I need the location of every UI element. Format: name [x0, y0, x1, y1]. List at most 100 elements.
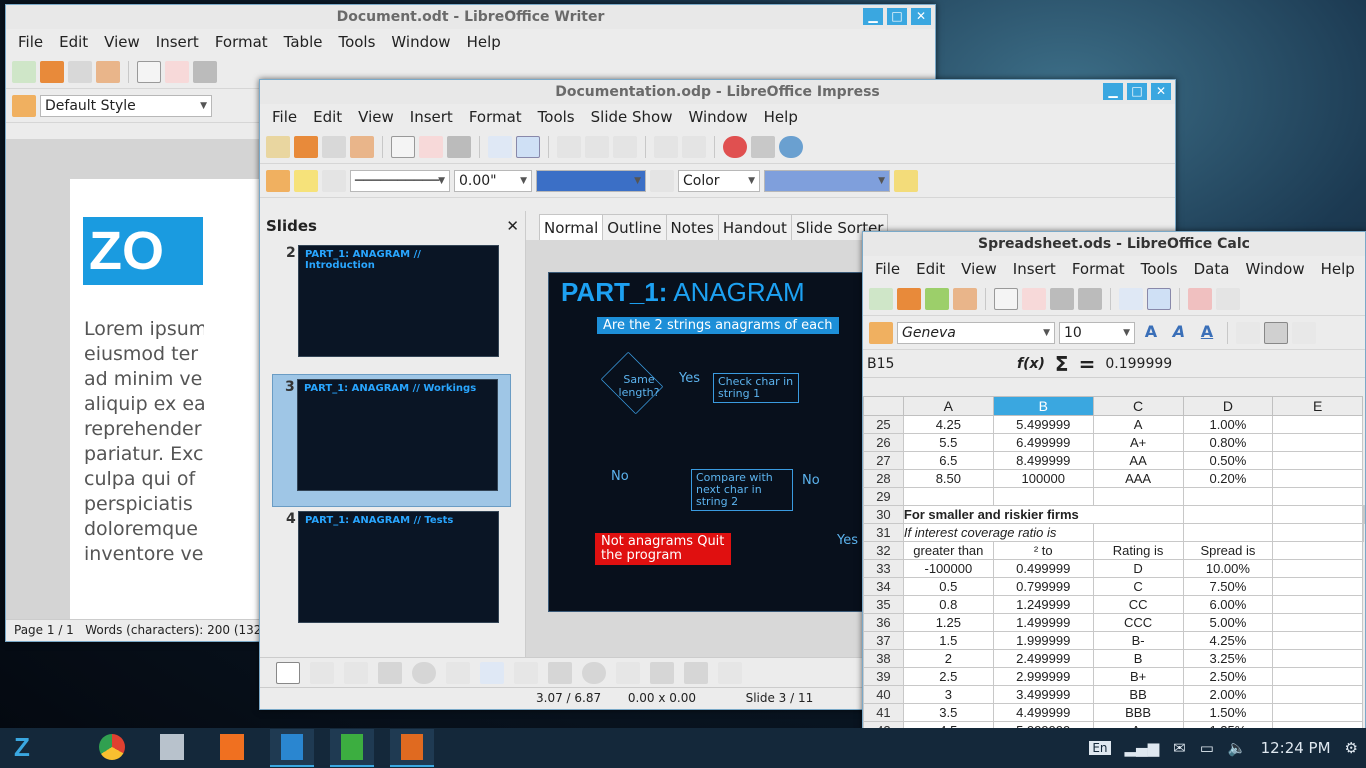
menu-insert[interactable]: Insert: [1005, 260, 1064, 278]
cell[interactable]: 2.00%: [1182, 685, 1274, 704]
menu-format[interactable]: Format: [461, 108, 530, 126]
cell[interactable]: 0.799999: [992, 577, 1094, 596]
cell[interactable]: 2.5: [902, 667, 994, 686]
menu-window[interactable]: Window: [383, 33, 458, 51]
cell[interactable]: B: [1092, 649, 1184, 668]
menu-view[interactable]: View: [350, 108, 402, 126]
table-row[interactable]: 26 5.5 6.499999 A+ 0.80%: [863, 433, 1365, 452]
cell[interactable]: 1.50%: [1182, 703, 1274, 722]
writer-titlebar[interactable]: Document.odt - LibreOffice Writer ▁ □ ✕: [6, 5, 935, 29]
cell[interactable]: [1092, 523, 1184, 542]
files-icon[interactable]: [150, 729, 194, 767]
new-icon[interactable]: [869, 287, 893, 310]
row-header[interactable]: 29: [863, 487, 904, 506]
cell[interactable]: [1092, 487, 1184, 506]
cell[interactable]: Spread is: [1182, 541, 1274, 560]
edit-mode-icon[interactable]: [994, 287, 1018, 310]
slide-thumb-3[interactable]: 3 PART_1: ANAGRAM // Workings: [272, 374, 511, 507]
minimize-button[interactable]: ▁: [863, 8, 883, 25]
cell[interactable]: 10.00%: [1182, 559, 1274, 578]
open-icon[interactable]: [897, 287, 921, 310]
styles-icon[interactable]: [869, 321, 893, 344]
mail-icon[interactable]: ✉: [1173, 739, 1186, 757]
cell[interactable]: Rating is: [1092, 541, 1184, 560]
arrow-style-icon[interactable]: [322, 169, 346, 192]
menu-file[interactable]: File: [264, 108, 305, 126]
bold-icon[interactable]: A: [1139, 322, 1163, 344]
menu-edit[interactable]: Edit: [51, 33, 96, 51]
calc-titlebar[interactable]: Spreadsheet.ods - LibreOffice Calc: [863, 232, 1365, 256]
print-icon[interactable]: [193, 60, 217, 83]
menu-view[interactable]: View: [953, 260, 1005, 278]
copy-icon[interactable]: [585, 135, 609, 158]
name-box[interactable]: B15: [867, 356, 1007, 372]
cell[interactable]: 0.5: [902, 577, 994, 596]
calc-task-icon[interactable]: [330, 729, 374, 767]
styles-icon[interactable]: [12, 94, 36, 117]
cell[interactable]: 8.50: [902, 469, 994, 488]
menu-tools[interactable]: Tools: [1133, 260, 1186, 278]
cell[interactable]: 2.499999: [992, 649, 1094, 668]
cell[interactable]: 1.999999: [992, 631, 1094, 650]
cell[interactable]: [1272, 667, 1363, 686]
cell[interactable]: 4.25%: [1182, 631, 1274, 650]
tab-normal[interactable]: Normal: [539, 214, 604, 241]
menu-format[interactable]: Format: [207, 33, 276, 51]
cell[interactable]: 2: [902, 649, 994, 668]
cell[interactable]: 0.8: [902, 595, 994, 614]
align-left-icon[interactable]: [1236, 321, 1260, 344]
cell[interactable]: B-: [1092, 631, 1184, 650]
column-header-a[interactable]: A: [902, 396, 994, 416]
row-header[interactable]: 26: [863, 433, 904, 452]
cell[interactable]: [1363, 505, 1365, 524]
pdf-icon[interactable]: [165, 60, 189, 83]
language-indicator[interactable]: En: [1089, 741, 1111, 755]
menu-tools[interactable]: Tools: [330, 33, 383, 51]
cut-icon[interactable]: [1188, 287, 1212, 310]
cell[interactable]: If interest coverage ratio is: [902, 523, 1094, 542]
underline-icon[interactable]: A: [1195, 322, 1219, 344]
formula-icon[interactable]: =: [1079, 352, 1096, 376]
table-row[interactable]: 35 0.8 1.249999 CC 6.00%: [863, 595, 1365, 614]
connector-icon[interactable]: [514, 661, 538, 684]
body-text[interactable]: Lorem ipsum eiusmod ter ad minim ve aliq…: [84, 317, 204, 567]
cell[interactable]: 1.25: [902, 613, 994, 632]
undo-icon[interactable]: [654, 135, 678, 158]
copy-icon[interactable]: [1216, 287, 1240, 310]
row-header[interactable]: 32: [863, 541, 904, 560]
spellcheck-icon[interactable]: [488, 135, 512, 158]
table-row[interactable]: 30 For smaller and riskier firms: [863, 505, 1365, 524]
fill-color-select[interactable]: [764, 169, 890, 192]
cell[interactable]: [1182, 505, 1274, 524]
menu-insert[interactable]: Insert: [148, 33, 207, 51]
cell[interactable]: D: [1092, 559, 1184, 578]
fill-type-select[interactable]: Color: [678, 169, 760, 192]
table-row[interactable]: 33 -100000 0.499999 D 10.00%: [863, 559, 1365, 578]
align-center-icon[interactable]: [1264, 321, 1288, 344]
open-icon[interactable]: [40, 60, 64, 83]
row-header[interactable]: 38: [863, 649, 904, 668]
tab-notes[interactable]: Notes: [665, 214, 719, 241]
print-icon[interactable]: [447, 135, 471, 158]
cell[interactable]: 8.499999: [992, 451, 1094, 470]
cell[interactable]: -100000: [902, 559, 994, 578]
cell[interactable]: 2.50%: [1182, 667, 1274, 686]
cell[interactable]: A+: [1092, 433, 1184, 452]
table-row[interactable]: 38 2 2.499999 B 3.25%: [863, 649, 1365, 668]
new-slide-icon[interactable]: [266, 135, 290, 158]
formula-input[interactable]: 0.199999: [1105, 356, 1172, 372]
table-row[interactable]: 31 If interest coverage ratio is: [863, 523, 1365, 542]
impress-titlebar[interactable]: Documentation.odp - LibreOffice Impress …: [260, 80, 1175, 104]
block-arrows-icon[interactable]: [616, 661, 640, 684]
impress-task-icon[interactable]: [390, 729, 434, 767]
slide-thumb-4[interactable]: 4 PART_1: ANAGRAM // Tests: [260, 507, 525, 640]
redo-icon[interactable]: [682, 135, 706, 158]
cell[interactable]: 1.499999: [992, 613, 1094, 632]
writer-task-icon[interactable]: [270, 729, 314, 767]
menu-help[interactable]: Help: [1313, 260, 1363, 278]
align-right-icon[interactable]: [1292, 321, 1316, 344]
volume-icon[interactable]: 🔈: [1228, 739, 1247, 757]
cell[interactable]: [1272, 451, 1363, 470]
font-name-select[interactable]: Geneva: [897, 321, 1055, 344]
menu-file[interactable]: File: [867, 260, 908, 278]
